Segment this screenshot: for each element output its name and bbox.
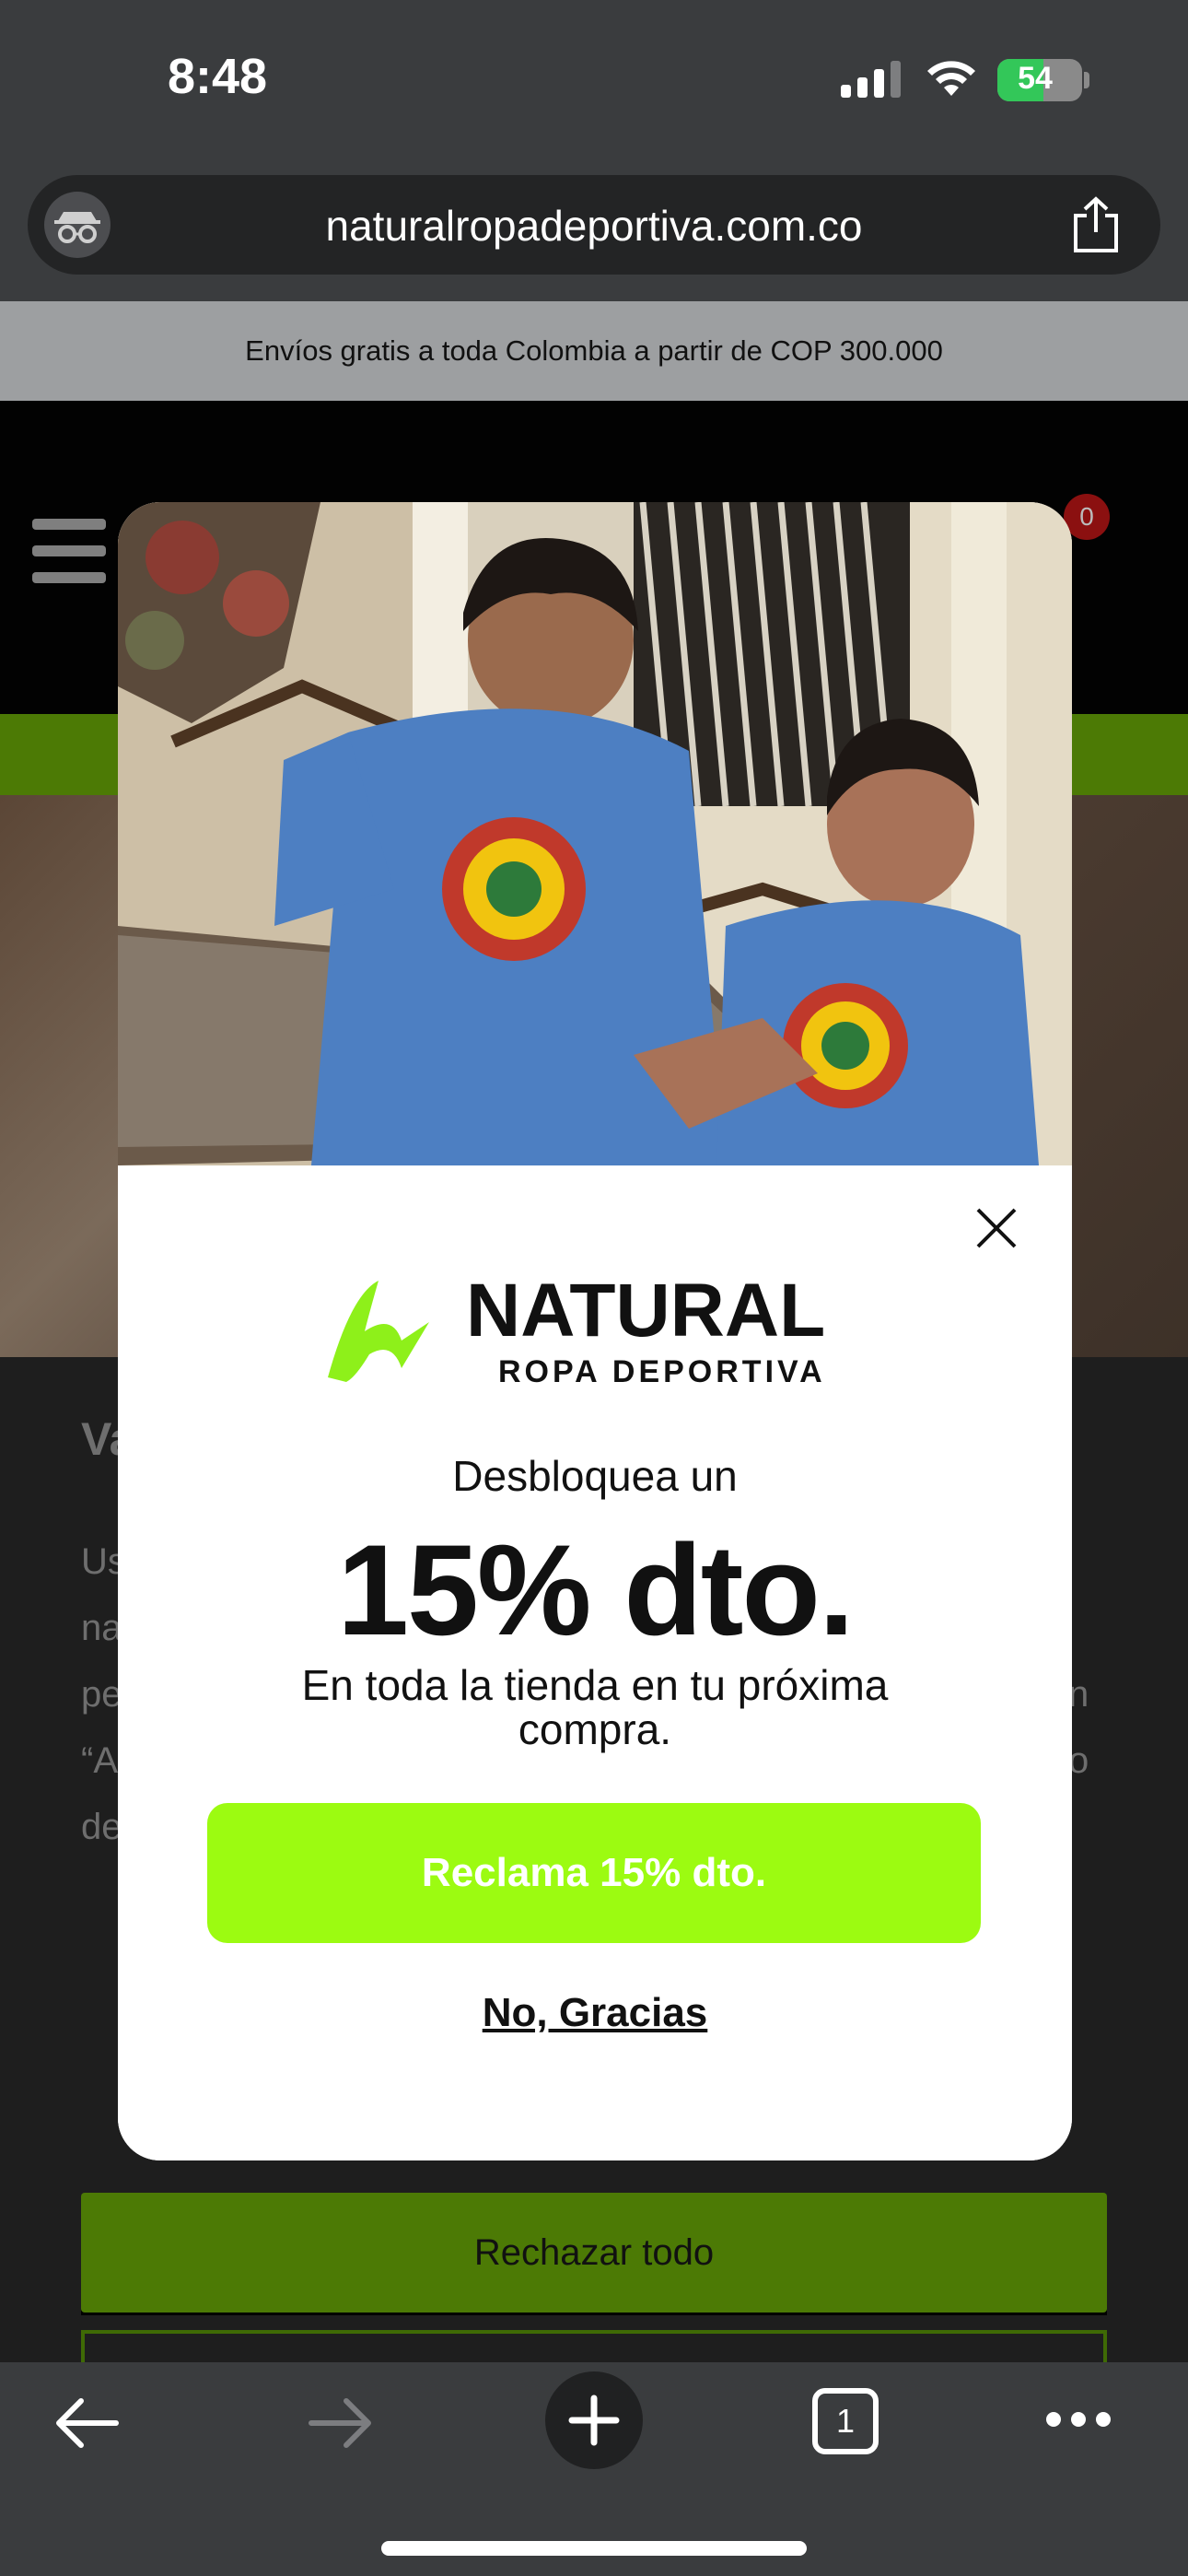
cellular-signal-icon <box>841 61 901 98</box>
close-icon[interactable] <box>974 1206 1019 1250</box>
cyclists-photo <box>118 502 1072 1165</box>
share-icon[interactable] <box>1068 195 1124 254</box>
battery-icon: 54 <box>997 59 1082 101</box>
popup-content: NATURAL ROPA DEPORTIVA Desbloquea un 15%… <box>118 1165 1072 2160</box>
discount-headline: 15% dto. <box>337 1517 855 1662</box>
more-icon[interactable] <box>1046 2410 1111 2429</box>
hamburger-menu-icon[interactable] <box>32 519 106 583</box>
address-bar[interactable]: naturalropadeportiva.com.co <box>28 175 1160 275</box>
wifi-icon <box>927 61 975 96</box>
status-time: 8:48 <box>168 49 268 104</box>
battery-tip <box>1084 72 1089 88</box>
new-tab-button[interactable] <box>545 2371 643 2469</box>
cookie-text-fragment: pe <box>81 1674 122 1715</box>
tabs-icon[interactable]: 1 <box>812 2388 879 2454</box>
logo-wordmark: NATURAL <box>466 1276 825 1352</box>
brand-logo: NATURAL ROPA DEPORTIVA <box>328 1276 826 1389</box>
unlock-text: Desbloquea un <box>452 1452 738 1500</box>
cookie-text-fragment: “A <box>81 1740 118 1781</box>
status-bar: 8:48 54 <box>0 0 1188 161</box>
claim-discount-button[interactable]: Reclama 15% dto. <box>207 1803 981 1943</box>
cookie-text-fragment: de <box>81 1807 122 1847</box>
cookie-text-fragment: na <box>81 1608 122 1648</box>
logo-tagline: ROPA DEPORTIVA <box>498 1354 826 1389</box>
forward-arrow-icon[interactable] <box>308 2395 374 2451</box>
decline-link[interactable]: No, Gracias <box>118 1990 1072 2036</box>
promo-banner: Envíos gratis a toda Colombia a partir d… <box>0 301 1188 401</box>
reject-all-button[interactable]: Rechazar todo <box>81 2193 1107 2313</box>
battery-percent: 54 <box>1018 61 1053 96</box>
home-indicator <box>381 2541 807 2556</box>
discount-subtext: En toda la tienda en tu próxima compra. <box>301 1661 889 1753</box>
discount-popup: NATURAL ROPA DEPORTIVA Desbloquea un 15%… <box>118 502 1072 2160</box>
plus-icon <box>568 2395 620 2446</box>
url-text: naturalropadeportiva.com.co <box>325 202 863 250</box>
back-arrow-icon[interactable] <box>53 2395 120 2451</box>
